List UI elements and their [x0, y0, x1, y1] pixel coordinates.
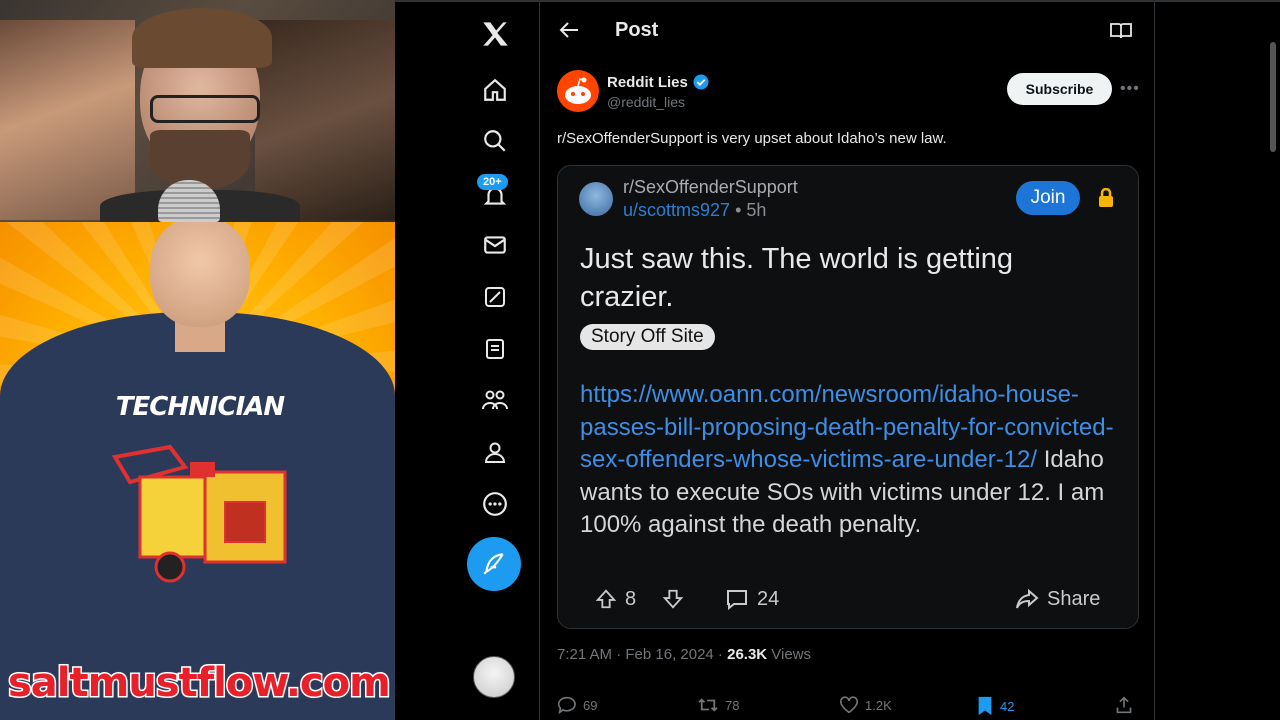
wood-chipper-graphic — [111, 444, 287, 583]
subreddit-name: r/SexOffenderSupport — [623, 177, 798, 197]
repost-button[interactable]: 78 — [697, 696, 739, 714]
join-button: Join — [1016, 181, 1080, 215]
author-handle[interactable]: @reddit_lies — [607, 94, 685, 110]
poster-left — [0, 20, 135, 220]
verified-badge-icon — [693, 74, 709, 90]
tweet-text: r/SexOffenderSupport is very upset about… — [557, 130, 947, 147]
upvote-count: 8 — [625, 587, 637, 610]
model-head — [150, 222, 250, 327]
account-avatar[interactable] — [473, 656, 515, 698]
reader-mode-icon[interactable] — [1110, 22, 1132, 45]
engagement-bar: 69 78 1.2K 42 — [557, 696, 1137, 718]
stream-overlay: TECHNICIAN saltmustflow.com — [0, 0, 395, 720]
reddit-username: u/scottms927 — [623, 200, 731, 220]
reddit-post-time: • 5h — [735, 200, 767, 220]
share-group: Share — [1015, 584, 1100, 614]
site-watermark: saltmustflow.com — [7, 659, 393, 708]
post-flair: Story Off Site — [580, 324, 715, 350]
poster-right — [255, 20, 395, 220]
views-count: 26.3K — [727, 646, 768, 663]
comments-group: 24 — [725, 584, 779, 614]
x-logo-icon[interactable] — [475, 14, 515, 54]
post-header: Post — [540, 2, 1156, 60]
vote-group: 8 — [595, 584, 684, 614]
merch-promo: TECHNICIAN — [0, 222, 395, 720]
bookmark-count: 42 — [1000, 698, 1015, 714]
repost-icon — [698, 698, 718, 712]
more-options-icon[interactable] — [475, 484, 515, 524]
reddit-post-body: https://www.oann.com/newsroom/idaho-hous… — [580, 379, 1125, 542]
downvote-icon — [662, 589, 684, 609]
lock-icon — [1097, 187, 1115, 213]
share-label: Share — [1047, 587, 1101, 610]
subscribe-button[interactable]: Subscribe — [1007, 73, 1112, 105]
home-icon[interactable] — [475, 70, 515, 110]
shirt-text: TECHNICIAN — [115, 392, 285, 422]
notifications-badge: 20+ — [477, 174, 508, 190]
page-title: Post — [615, 19, 659, 41]
views-label: Views — [767, 646, 812, 663]
back-arrow-icon[interactable] — [558, 20, 580, 45]
post-more-icon[interactable]: ••• — [1120, 80, 1140, 98]
subreddit-icon — [579, 182, 613, 216]
comment-icon — [727, 590, 747, 610]
screen: TECHNICIAN saltmustflow.com 20+ Post Red… — [0, 0, 1280, 720]
author-name[interactable]: Reddit Lies — [607, 73, 710, 91]
reddit-post-title: Just saw this. The world is getting craz… — [580, 243, 1014, 313]
streamer-glasses — [150, 95, 260, 123]
repost-count: 78 — [725, 697, 740, 713]
post-column: Post Reddit Lies @reddit_lies Subscribe … — [539, 2, 1155, 720]
messages-icon[interactable] — [475, 225, 515, 265]
left-nav: 20+ — [455, 2, 535, 720]
webcam-feed — [0, 0, 395, 222]
share-arrow-icon — [1016, 588, 1039, 609]
author-name-text: Reddit Lies — [607, 73, 688, 91]
streamer-hair — [132, 8, 272, 68]
reddit-card: r/SexOffenderSupport u/scottms927 • 5h J… — [558, 166, 1138, 628]
reddit-user-line: u/scottms927 • 5h — [623, 200, 766, 221]
upvote-icon — [595, 589, 617, 609]
upload-share-icon — [1116, 696, 1132, 714]
search-icon[interactable] — [475, 121, 515, 161]
post-meta: 7:21 AM · Feb 16, 2024 · 26.3K Views — [557, 646, 811, 663]
article-link: https://www.oann.com/newsroom/idaho-hous… — [580, 381, 1114, 473]
reddit-screenshot[interactable]: r/SexOffenderSupport u/scottms927 • 5h J… — [557, 165, 1139, 629]
reddit-snoo-icon — [565, 77, 591, 104]
reply-button[interactable]: 69 — [557, 696, 597, 714]
share-post-button[interactable] — [1115, 696, 1133, 714]
like-button[interactable]: 1.2K — [839, 696, 892, 714]
scrollbar-thumb[interactable] — [1270, 42, 1276, 152]
like-count: 1.2K — [865, 697, 892, 713]
author-avatar[interactable] — [557, 70, 599, 112]
grok-icon[interactable] — [475, 277, 515, 317]
lists-icon[interactable] — [475, 329, 515, 369]
communities-icon[interactable] — [475, 380, 515, 420]
bookmark-button[interactable]: 42 — [976, 696, 1014, 716]
profile-icon[interactable] — [475, 432, 515, 472]
compose-post-button[interactable] — [467, 537, 521, 591]
reply-icon — [557, 696, 576, 714]
reddit-actions: 8 24 Share — [580, 584, 1116, 614]
reply-count: 69 — [583, 697, 598, 713]
heart-icon — [840, 696, 858, 714]
bookmark-icon — [978, 696, 992, 716]
post-timestamp[interactable]: 7:21 AM · Feb 16, 2024 · — [557, 646, 727, 663]
comment-count: 24 — [757, 587, 780, 610]
x-app: 20+ Post Reddit Lies @reddit_lies Subscr… — [395, 0, 1280, 720]
feather-icon — [483, 553, 504, 575]
